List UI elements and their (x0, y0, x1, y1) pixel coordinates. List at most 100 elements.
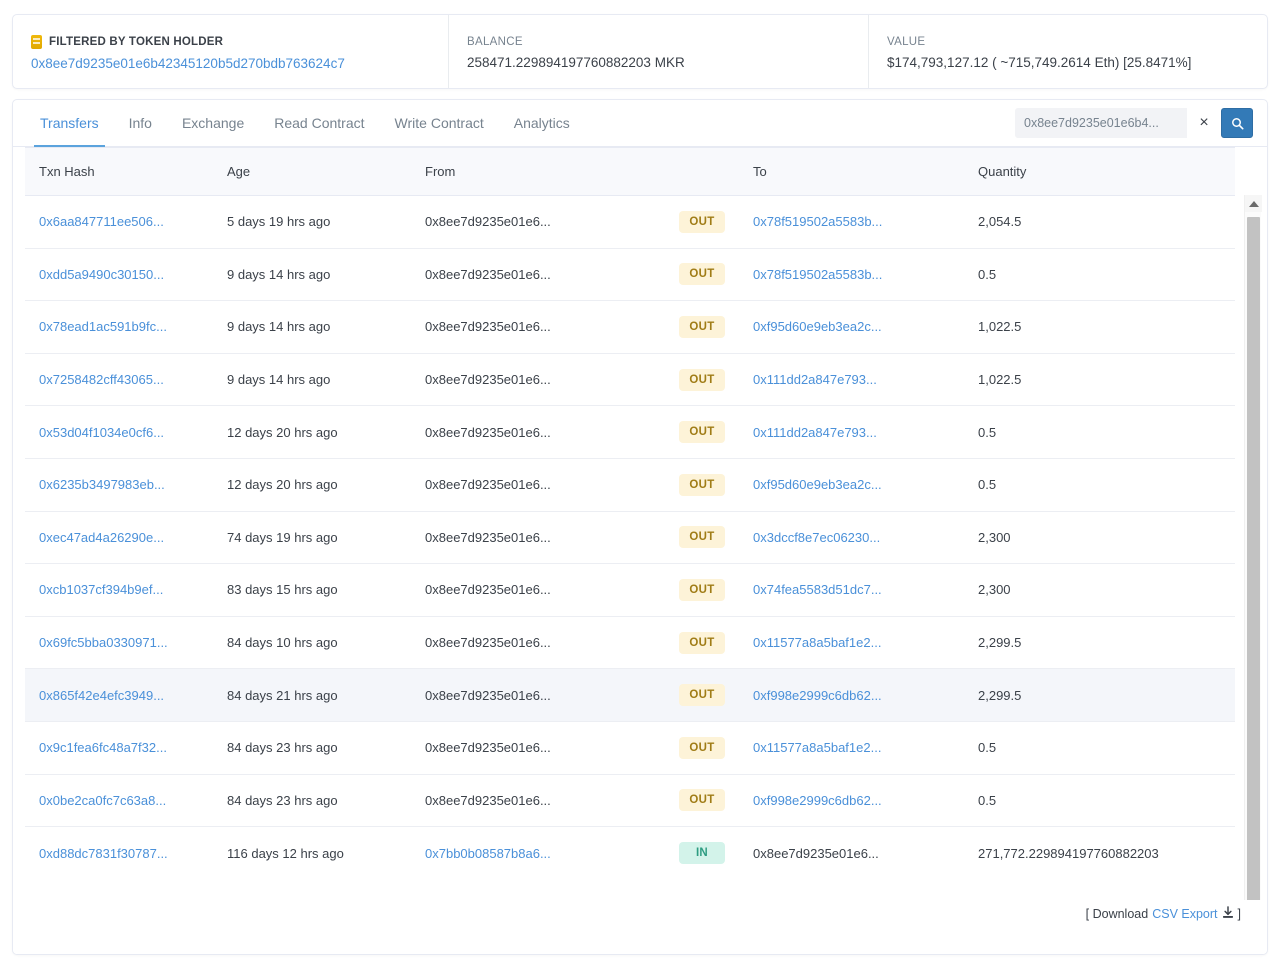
table-row[interactable]: 0x6aa847711ee506... 5 days 19 hrs ago 0x8e… (25, 195, 1235, 249)
qty-cell: 1,022.5 (964, 353, 1235, 407)
to-link[interactable]: 0x78f519502a5583b... (753, 267, 882, 282)
search-button[interactable] (1221, 108, 1253, 138)
table-scrollbar[interactable] (1244, 195, 1262, 954)
to-link[interactable]: 0xf95d60e9eb3ea2c... (753, 319, 882, 334)
hash-link[interactable]: 0x865f42e4efc3949... (39, 688, 164, 703)
to-link[interactable]: 0x111dd2a847e793... (753, 372, 877, 387)
age-cell: 84 days 21 hrs ago (213, 668, 411, 722)
direction-cell: OUT (651, 668, 739, 722)
search-input[interactable] (1015, 108, 1187, 138)
hash-cell: 0x69fc5bba0330971... (25, 616, 213, 670)
direction-badge: OUT (679, 263, 725, 286)
from-cell: 0x8ee7d9235e01e6... (411, 195, 651, 249)
to-cell: 0x8ee7d9235e01e6... (739, 827, 964, 880)
hash-link[interactable]: 0x7258482cff43065... (39, 372, 164, 387)
table-row[interactable]: 0x865f42e4efc3949... 84 days 21 hrs ago 0x… (25, 668, 1235, 722)
age-text: 9 days 14 hrs ago (227, 372, 331, 388)
filtered-holder-address[interactable]: 0x8ee7d9235e01e6b42345120b5d270bdb763624… (31, 56, 430, 71)
hash-link[interactable]: 0xdd5a9490c30150... (39, 267, 164, 282)
tab-info-label: Info (128, 115, 152, 131)
summary-filter-cell: FILTERED BY TOKEN HOLDER 0x8ee7d9235e01e… (13, 15, 448, 88)
balance-value: 258471.229894197760882203 MKR (467, 54, 685, 70)
table-row[interactable]: 0xec47ad4a26290e... 74 days 19 hrs ago 0x8… (25, 511, 1235, 565)
column-header-to[interactable]: To (739, 147, 964, 196)
direction-badge: OUT (679, 315, 725, 338)
column-header-quantity[interactable]: Quantity (964, 147, 1235, 196)
column-header-age[interactable]: Age (213, 147, 411, 196)
hash-link[interactable]: 0x78ead1ac591b9fc... (39, 319, 167, 334)
table-header-row: Txn Hash Age From To Quantity (25, 147, 1235, 196)
table-row[interactable]: 0x6235b3497983eb... 12 days 20 hrs ago 0x8… (25, 458, 1235, 512)
to-link[interactable]: 0xf95d60e9eb3ea2c... (753, 477, 882, 492)
direction-badge: IN (679, 842, 725, 865)
hash-link[interactable]: 0xcb1037cf394b9ef... (39, 582, 163, 597)
hash-link[interactable]: 0x6235b3497983eb... (39, 477, 165, 492)
qty-cell: 0.5 (964, 458, 1235, 512)
to-link[interactable]: 0x3dccf8e7ec06230... (753, 530, 880, 545)
to-link[interactable]: 0xf998e2999c6db62... (753, 688, 882, 703)
to-link[interactable]: 0x78f519502a5583b... (753, 214, 882, 229)
hash-link[interactable]: 0x9c1fea6fc48a7f32... (39, 740, 167, 755)
direction-badge: OUT (679, 368, 725, 391)
table-row[interactable]: 0xcb1037cf394b9ef... 83 days 15 hrs ago 0x… (25, 563, 1235, 617)
to-link[interactable]: 0x111dd2a847e793... (753, 425, 877, 440)
direction-cell: OUT (651, 563, 739, 617)
from-link[interactable]: 0x7bb0b08587b8a6... (425, 846, 551, 861)
scrollbar-up-button[interactable] (1245, 195, 1262, 212)
from-text: 0x8ee7d9235e01e6... (425, 529, 551, 545)
hash-link[interactable]: 0x69fc5bba0330971... (39, 635, 168, 650)
hash-link[interactable]: 0xec47ad4a26290e... (39, 530, 164, 545)
hash-link[interactable]: 0x6aa847711ee506... (39, 214, 164, 229)
tab-read-contract[interactable]: Read Contract (259, 100, 379, 146)
table-row[interactable]: 0xd88dc7831f30787... 116 days 12 hrs ago 0… (25, 827, 1235, 880)
download-icon[interactable] (1222, 906, 1234, 922)
table-row[interactable]: 0x7258482cff43065... 9 days 14 hrs ago 0x8… (25, 353, 1235, 407)
tab-analytics[interactable]: Analytics (499, 100, 585, 146)
direction-badge: OUT (679, 473, 725, 496)
to-link[interactable]: 0xf998e2999c6db62... (753, 793, 882, 808)
clear-search-button[interactable]: × (1187, 108, 1221, 138)
hash-link[interactable]: 0xd88dc7831f30787... (39, 846, 168, 861)
table-row[interactable]: 0x69fc5bba0330971... 84 days 10 hrs ago 0x… (25, 616, 1235, 670)
qty-cell: 2,300 (964, 511, 1235, 565)
to-cell: 0x78f519502a5583b... (739, 248, 964, 302)
scrollbar-thumb[interactable] (1247, 217, 1260, 933)
hash-link[interactable]: 0x0be2ca0fc7c63a8... (39, 793, 166, 808)
hash-link[interactable]: 0x53d04f1034e0cf6... (39, 425, 164, 440)
age-text: 12 days 20 hrs ago (227, 424, 338, 440)
summary-value-cell: VALUE $174,793,127.12 ( ~715,749.2614 Et… (868, 15, 1267, 88)
table-row[interactable]: 0x53d04f1034e0cf6... 12 days 20 hrs ago 0x… (25, 405, 1235, 459)
qty-text: 2,054.5 (978, 214, 1022, 230)
direction-cell: OUT (651, 616, 739, 670)
column-header-txn-hash[interactable]: Txn Hash (25, 147, 213, 196)
tab-transfers[interactable]: Transfers (25, 100, 114, 147)
direction-cell: OUT (651, 458, 739, 512)
tab-exchange[interactable]: Exchange (167, 100, 259, 146)
age-cell: 84 days 10 hrs ago (213, 616, 411, 670)
to-link[interactable]: 0x11577a8a5baf1e2... (753, 635, 881, 650)
direction-cell: OUT (651, 721, 739, 775)
from-text: 0x8ee7d9235e01e6... (425, 424, 551, 440)
hash-cell: 0x6aa847711ee506... (25, 195, 213, 249)
column-header-from[interactable]: From (411, 147, 651, 196)
table-row[interactable]: 0x78ead1ac591b9fc... 9 days 14 hrs ago 0x8… (25, 300, 1235, 354)
to-link[interactable]: 0x11577a8a5baf1e2... (753, 740, 881, 755)
to-link[interactable]: 0x74fea5583d51dc7... (753, 582, 882, 597)
csv-export-link[interactable]: CSV Export (1152, 907, 1217, 921)
hash-cell: 0xcb1037cf394b9ef... (25, 563, 213, 617)
direction-cell: OUT (651, 300, 739, 354)
hash-cell: 0x865f42e4efc3949... (25, 668, 213, 722)
from-cell: 0x8ee7d9235e01e6... (411, 458, 651, 512)
table-row[interactable]: 0x0be2ca0fc7c63a8... 84 days 23 hrs ago 0x… (25, 774, 1235, 828)
caret-up-icon (1248, 200, 1259, 207)
hash-cell: 0xd88dc7831f30787... (25, 827, 213, 880)
table-row[interactable]: 0xdd5a9490c30150... 9 days 14 hrs ago 0x8e… (25, 248, 1235, 302)
table-row[interactable]: 0x9c1fea6fc48a7f32... 84 days 23 hrs ago 0… (25, 721, 1235, 775)
qty-text: 2,300 (978, 582, 1011, 598)
tab-info[interactable]: Info (114, 100, 167, 146)
value-amount: $174,793,127.12 ( ~715,749.2614 Eth) [25… (887, 54, 1192, 70)
tab-bar: Transfers Info Exchange Read Contract Wr… (13, 100, 1267, 147)
tab-write-contract[interactable]: Write Contract (380, 100, 499, 146)
from-cell: 0x7bb0b08587b8a6... (411, 827, 651, 880)
age-cell: 12 days 20 hrs ago (213, 405, 411, 459)
